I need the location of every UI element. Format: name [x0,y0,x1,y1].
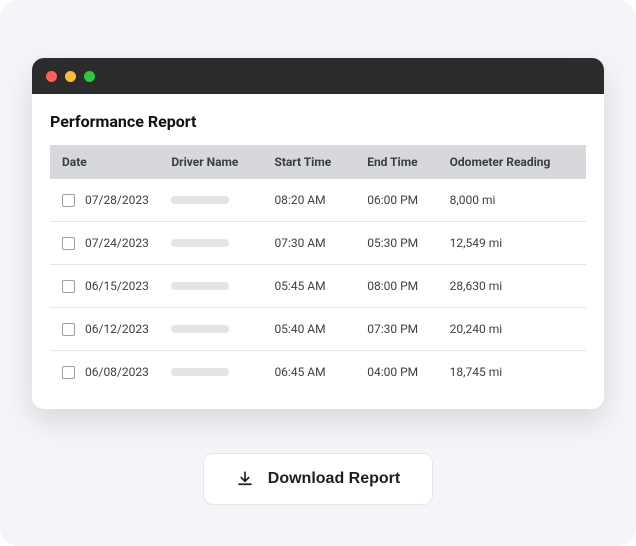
download-icon [236,470,254,488]
cell-start-time: 06:45 AM [266,351,359,394]
performance-table: Date Driver Name Start Time End Time Odo… [50,145,586,393]
table-row: 06/08/2023 06:45 AM 04:00 PM 18,745 mi [50,351,586,394]
cell-end-time: 04:00 PM [359,351,441,394]
download-report-button[interactable]: Download Report [203,453,433,505]
row-checkbox[interactable] [62,237,75,250]
cell-odometer: 18,745 mi [442,351,586,394]
cell-odometer: 28,630 mi [442,265,586,308]
download-label: Download Report [268,470,400,488]
table-row: 07/28/2023 08:20 AM 06:00 PM 8,000 mi [50,179,586,222]
cell-end-time: 07:30 PM [359,308,441,351]
column-start-time: Start Time [266,145,359,179]
cell-end-time: 05:30 PM [359,222,441,265]
cell-odometer: 8,000 mi [442,179,586,222]
row-checkbox[interactable] [62,194,75,207]
window-content: Performance Report Date Driver Name Star… [32,94,604,409]
column-date: Date [50,145,163,179]
maximize-icon[interactable] [84,71,95,82]
column-end-time: End Time [359,145,441,179]
close-icon[interactable] [46,71,57,82]
cell-date: 06/12/2023 [85,322,149,336]
download-section: Download Report [32,453,604,505]
driver-name-placeholder [171,196,229,204]
cell-start-time: 08:20 AM [266,179,359,222]
table-row: 06/12/2023 05:40 AM 07:30 PM 20,240 mi [50,308,586,351]
row-checkbox[interactable] [62,280,75,293]
window-titlebar [32,58,604,94]
cell-date: 06/08/2023 [85,365,149,379]
cell-date: 07/24/2023 [85,236,149,250]
driver-name-placeholder [171,368,229,376]
driver-name-placeholder [171,239,229,247]
cell-end-time: 08:00 PM [359,265,441,308]
report-window: Performance Report Date Driver Name Star… [32,58,604,409]
app-stage: Performance Report Date Driver Name Star… [0,0,636,546]
cell-odometer: 20,240 mi [442,308,586,351]
table-header-row: Date Driver Name Start Time End Time Odo… [50,145,586,179]
page-title: Performance Report [50,112,586,131]
cell-odometer: 12,549 mi [442,222,586,265]
column-driver-name: Driver Name [163,145,266,179]
cell-end-time: 06:00 PM [359,179,441,222]
cell-start-time: 05:45 AM [266,265,359,308]
table-row: 06/15/2023 05:45 AM 08:00 PM 28,630 mi [50,265,586,308]
traffic-lights [46,71,95,82]
driver-name-placeholder [171,325,229,333]
row-checkbox[interactable] [62,323,75,336]
minimize-icon[interactable] [65,71,76,82]
cell-date: 06/15/2023 [85,279,149,293]
cell-date: 07/28/2023 [85,193,149,207]
driver-name-placeholder [171,282,229,290]
cell-start-time: 05:40 AM [266,308,359,351]
column-odometer: Odometer Reading [442,145,586,179]
table-row: 07/24/2023 07:30 AM 05:30 PM 12,549 mi [50,222,586,265]
row-checkbox[interactable] [62,366,75,379]
cell-start-time: 07:30 AM [266,222,359,265]
